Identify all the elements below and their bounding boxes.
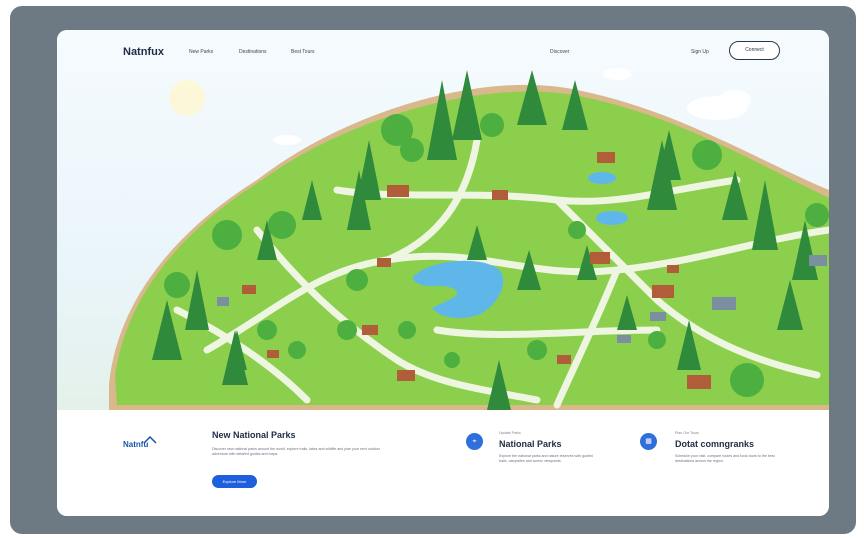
brand-logo[interactable]: Natnfux bbox=[123, 46, 164, 58]
hero-section: Natnfux New Parks Destinations Best Tour… bbox=[57, 30, 829, 410]
connect-button[interactable]: Connect bbox=[729, 41, 780, 60]
nav-link-best-tours[interactable]: Best Tours bbox=[291, 49, 315, 55]
info-footer bbox=[57, 410, 829, 516]
park-illustration bbox=[109, 68, 829, 410]
nav-link-new-parks[interactable]: New Parks bbox=[189, 49, 213, 55]
pond bbox=[596, 211, 628, 225]
explore-button[interactable]: Explore More bbox=[212, 475, 257, 488]
pond bbox=[588, 172, 616, 184]
nav-link-discover[interactable]: Discover bbox=[550, 49, 569, 55]
nav-link-destinations[interactable]: Destinations bbox=[239, 49, 267, 55]
landing-page: Natnfux New Parks Destinations Best Tour… bbox=[57, 30, 829, 516]
sun-icon bbox=[169, 80, 205, 116]
top-nav: Natnfux New Parks Destinations Best Tour… bbox=[57, 30, 829, 74]
sign-up-link[interactable]: Sign Up bbox=[691, 49, 709, 55]
